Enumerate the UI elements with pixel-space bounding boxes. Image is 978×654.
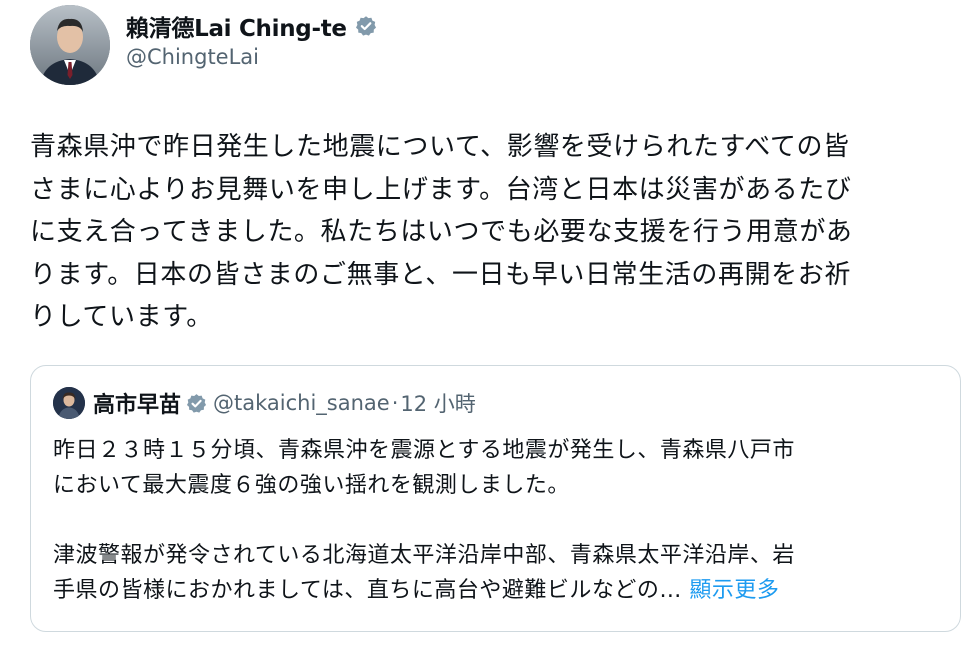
tweet-text-line: さまに心よりお見舞いを申し上げます。台湾と日本は災害があるたび xyxy=(30,174,852,205)
author-avatar[interactable] xyxy=(30,5,110,85)
verified-badge-icon[interactable] xyxy=(355,15,377,37)
tweet-text-line: ります。日本の皆さまのご無事と、一日も早い日常生活の再開をお祈 xyxy=(30,259,851,290)
quoted-text-line: において最大震度６強の強い揺れを観測しました。 xyxy=(53,473,570,498)
quoted-tweet-timestamp[interactable]: 12 小時 xyxy=(400,388,475,418)
quoted-text-line: 昨日２３時１５分頃、青森県沖を震源とする地震が発生し、青森県八戸市 xyxy=(53,438,795,463)
tweet-text-line: りしています。 xyxy=(30,302,213,332)
avatar-portrait-icon xyxy=(30,5,110,85)
quoted-text-line-last: 手県の皆様におかれましては、直ちに高台や避難ビルなどの… 顯示更多 xyxy=(53,573,943,608)
quoted-tweet-card[interactable]: 高市早苗 @takaichi_sanae · 12 小時 昨日２３時１５分頃、青… xyxy=(30,365,961,632)
tweet-text-line: に支え合ってきました。私たちはいつでも必要な支援を行う用意があ xyxy=(30,217,853,247)
quoted-author-handle[interactable]: @takaichi_sanae xyxy=(213,391,390,415)
quoted-verified-badge-icon[interactable] xyxy=(186,393,207,414)
quoted-author-display-name[interactable]: 高市早苗 xyxy=(93,387,181,419)
header-separator: · xyxy=(391,391,399,415)
author-handle[interactable]: @ChingteLai xyxy=(126,45,377,69)
display-name-row: 賴清德Lai Ching-te xyxy=(126,9,377,43)
quoted-text-line-content: 手県の皆様におかれましては、直ちに高台や避難ビルなどの… xyxy=(53,578,682,603)
quoted-tweet-header: 高市早苗 @takaichi_sanae · 12 小時 xyxy=(53,386,476,420)
quoted-author-avatar[interactable] xyxy=(53,387,85,419)
tweet-text-line: 青森県沖で昨日発生した地震について、影響を受けられたすべての皆 xyxy=(30,132,850,162)
author-names: 賴清德Lai Ching-te @ChingteLai xyxy=(126,9,377,69)
author-display-name[interactable]: 賴清德Lai Ching-te xyxy=(126,9,347,43)
tweet-header: 賴清德Lai Ching-te @ChingteLai xyxy=(30,5,930,85)
quoted-avatar-portrait-icon xyxy=(53,387,85,419)
show-more-link[interactable]: 顯示更多 xyxy=(689,578,779,603)
tweet-text: 青森県沖で昨日発生した地震について、影響を受けられたすべての皆 さまに心よりお見… xyxy=(30,126,955,339)
quoted-text-line: 津波警報が発令されている北海道太平洋沿岸中部、青森県太平洋沿岸、岩 xyxy=(53,543,795,568)
quoted-tweet-text: 昨日２３時１５分頃、青森県沖を震源とする地震が発生し、青森県八戸市 において最大… xyxy=(53,433,943,608)
